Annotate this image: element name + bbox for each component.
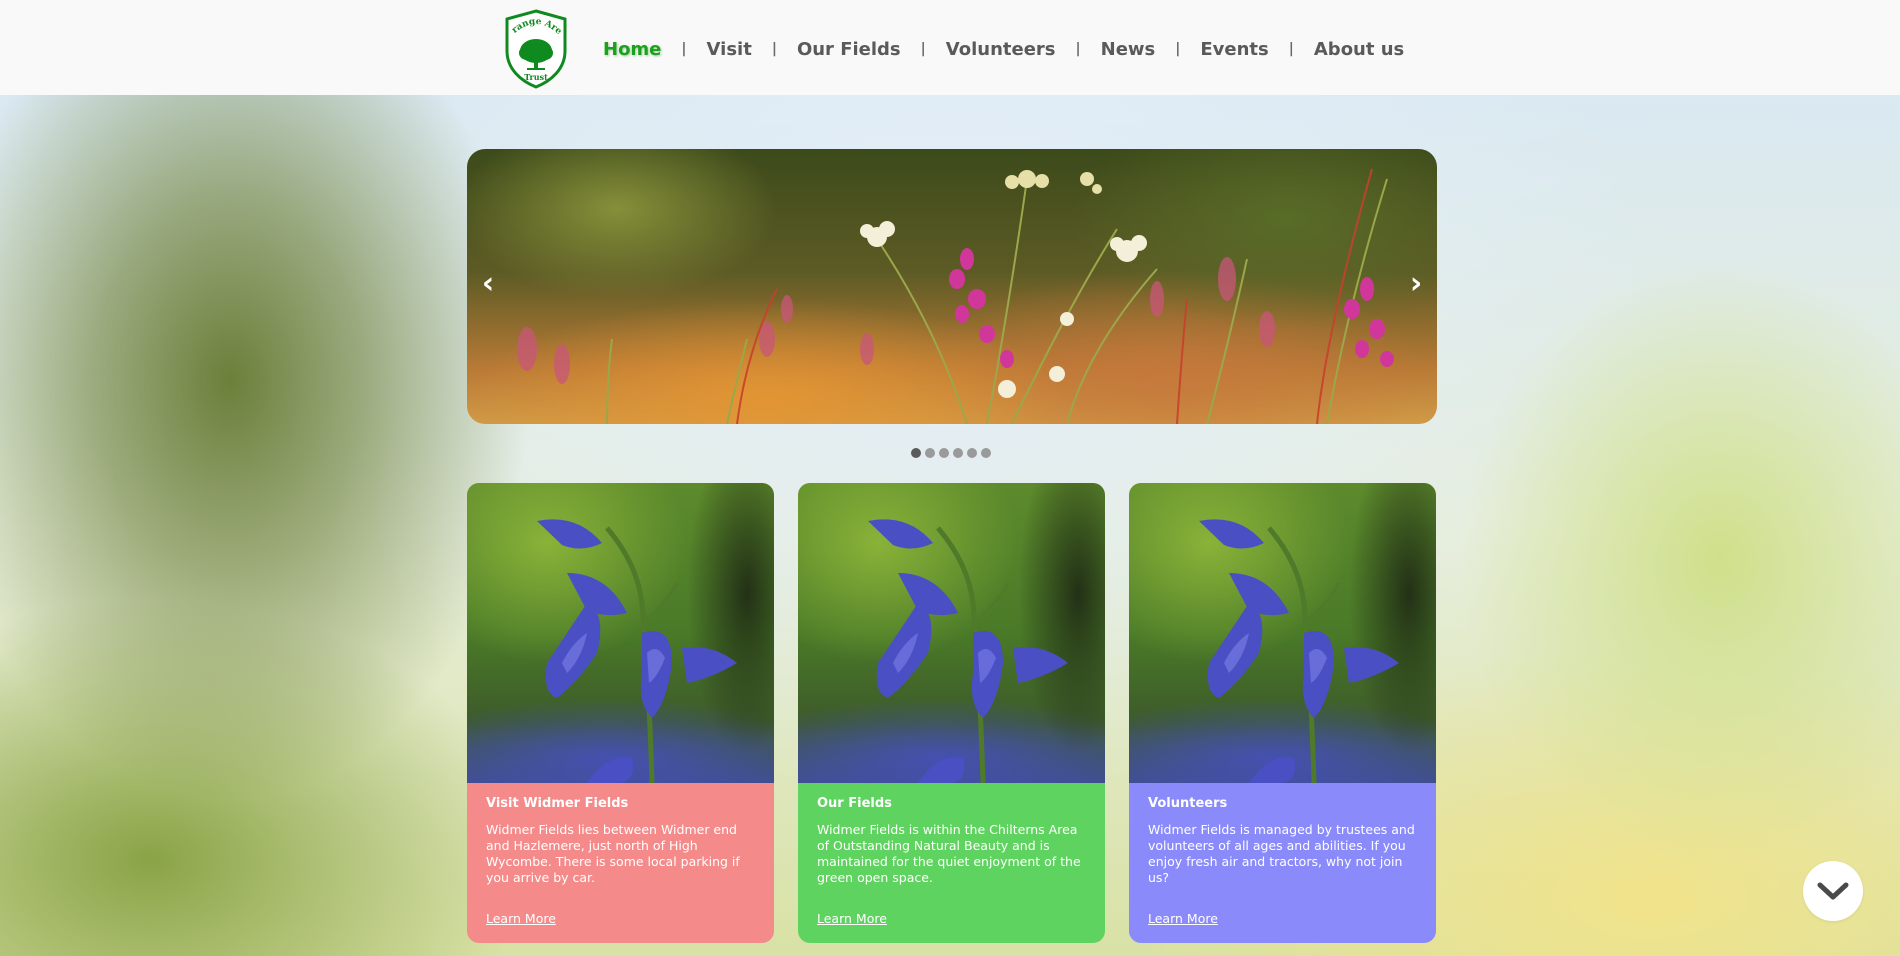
card-visit-widmer-fields: Visit Widmer Fields Widmer Fields lies b… bbox=[467, 483, 774, 943]
card-text: Widmer Fields is managed by trustees and… bbox=[1148, 822, 1415, 885]
learn-more-link[interactable]: Learn More bbox=[817, 911, 887, 926]
nav-news[interactable]: News bbox=[1101, 39, 1156, 60]
tree-shield-logo-icon: Grange Area Trust bbox=[499, 2, 567, 89]
learn-more-link[interactable]: Learn More bbox=[1148, 911, 1218, 926]
hero-slider[interactable]: ‹ › bbox=[467, 149, 1437, 424]
nav-about-us[interactable]: About us bbox=[1314, 39, 1404, 60]
card-title: Visit Widmer Fields bbox=[486, 796, 629, 811]
nav-our-fields[interactable]: Our Fields bbox=[797, 39, 901, 60]
card-body: Visit Widmer Fields Widmer Fields lies b… bbox=[467, 783, 774, 943]
slider-next-arrow[interactable]: › bbox=[1401, 259, 1431, 309]
bluebell-image bbox=[1129, 483, 1436, 784]
bluebell-flower-illustration bbox=[1199, 519, 1399, 784]
card-title: Volunteers bbox=[1148, 796, 1228, 811]
bluebell-flower-illustration bbox=[868, 519, 1068, 784]
nav-separator: | bbox=[771, 41, 777, 57]
slider-dot[interactable] bbox=[981, 448, 991, 458]
card-our-fields: Our Fields Widmer Fields is within the C… bbox=[798, 483, 1105, 943]
bluebell-image bbox=[467, 483, 774, 784]
card-body: Volunteers Widmer Fields is managed by t… bbox=[1129, 783, 1436, 943]
slider-pagination bbox=[911, 448, 991, 458]
nav-events[interactable]: Events bbox=[1200, 39, 1268, 60]
logo-bottom-text: Trust bbox=[524, 72, 548, 82]
slider-dot[interactable] bbox=[939, 448, 949, 458]
nav-separator: | bbox=[1175, 41, 1181, 57]
bluebell-image bbox=[798, 483, 1105, 784]
nav-visit[interactable]: Visit bbox=[707, 39, 752, 60]
slider-dot[interactable] bbox=[967, 448, 977, 458]
nav-separator: | bbox=[1075, 41, 1081, 57]
card-title: Our Fields bbox=[817, 796, 892, 811]
main-nav: Home | Visit | Our Fields | Volunteers |… bbox=[603, 36, 1404, 62]
card-text: Widmer Fields lies between Widmer end an… bbox=[486, 822, 740, 885]
card-volunteers: Volunteers Widmer Fields is managed by t… bbox=[1129, 483, 1436, 943]
card-text: Widmer Fields is within the Chilterns Ar… bbox=[817, 822, 1081, 885]
nav-volunteers[interactable]: Volunteers bbox=[946, 39, 1056, 60]
learn-more-link[interactable]: Learn More bbox=[486, 911, 556, 926]
nav-separator: | bbox=[681, 41, 687, 57]
slider-dot[interactable] bbox=[953, 448, 963, 458]
site-header: Grange Area Trust Home | Visit | Our Fie… bbox=[0, 0, 1900, 95]
bluebell-flower-illustration bbox=[537, 519, 737, 784]
slider-dot[interactable] bbox=[925, 448, 935, 458]
nav-separator: | bbox=[920, 41, 926, 57]
card-body: Our Fields Widmer Fields is within the C… bbox=[798, 783, 1105, 943]
wildflower-slide-image bbox=[517, 168, 1394, 424]
nav-home[interactable]: Home bbox=[603, 39, 661, 60]
chevron-down-icon bbox=[1817, 882, 1849, 900]
nav-separator: | bbox=[1288, 41, 1294, 57]
scroll-down-button[interactable] bbox=[1803, 861, 1863, 921]
slider-dot[interactable] bbox=[911, 448, 921, 458]
grange-area-trust-logo[interactable]: Grange Area Trust bbox=[499, 2, 569, 89]
slider-prev-arrow[interactable]: ‹ bbox=[473, 259, 503, 309]
